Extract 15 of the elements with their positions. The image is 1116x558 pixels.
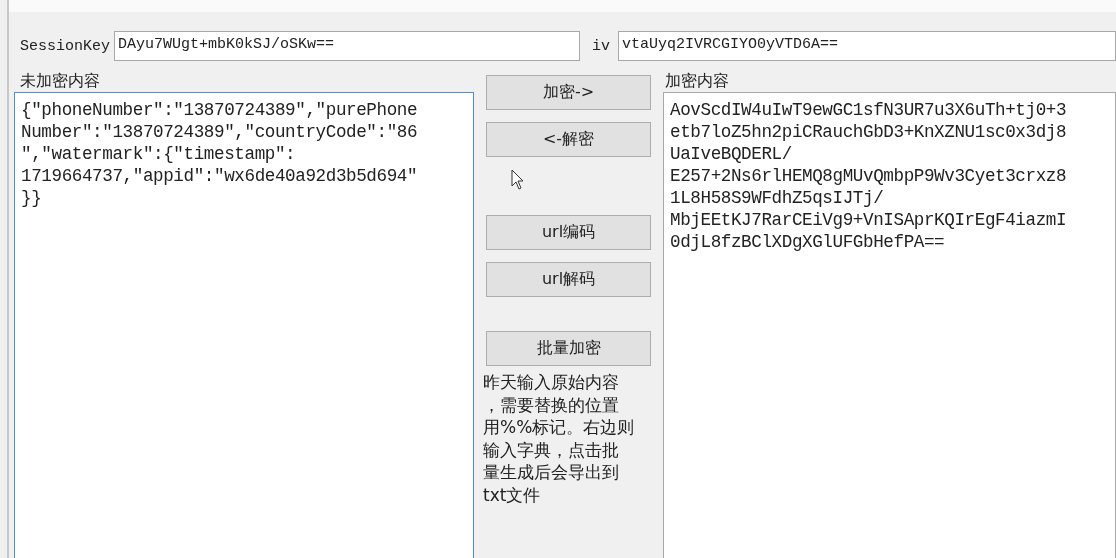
encrypted-content-field[interactable]: AovScdIW4uIwT9ewGC1sfN3UR7u3X6uTh+tj0+3 etb7loZ5hn2piCRauchGbD3+KnXZNU1sc0x3dj8 UaIveBQDERL/ E257+2Ns6rlHEMQ8gMUvQmbpP9Wv3Cyet3crxz8 1L8H58S9WFdhZ5qsIJTj/ MbjEEtKJ7RarCEiVg9+VnISAprKQIrEgF4iazmI 0djL8fzBClXDgXGlUFGbHefPA== — [663, 92, 1116, 558]
encrypt-button[interactable]: 加密-> — [486, 75, 651, 110]
plain-content-field[interactable]: {"phoneNumber":"13870724389","purePhone Number":"13870724389","countryCode":"86 ","watermark":{"timestamp": 1719664737,"appid":"wx6de40a92d3b5d694" }} — [14, 92, 474, 558]
session-key-field[interactable]: DAyu7WUgt+mbK0kSJ/oSKw== — [114, 31, 580, 61]
url-decode-button[interactable]: url解码 — [486, 262, 651, 297]
decrypt-button[interactable]: <-解密 — [486, 122, 651, 157]
encrypted-content-label: 加密内容 — [664, 71, 730, 91]
iv-field[interactable]: vtaUyq2IVRCGIYO0yVTD6A== — [618, 31, 1116, 61]
iv-label: iv — [592, 37, 611, 55]
mouse-pointer-icon — [511, 169, 525, 191]
plain-content-label: 未加密内容 — [19, 71, 101, 91]
url-encode-button[interactable]: url编码 — [486, 215, 651, 250]
batch-button[interactable]: 批量加密 — [486, 331, 651, 366]
session-key-label: SessionKey — [20, 37, 110, 55]
batch-hint-text: 昨天输入原始内容 ，需要替换的位置 用%%标记。右边则 输入字典，点击批 量生成后会导出到 txt文件 — [483, 371, 636, 506]
